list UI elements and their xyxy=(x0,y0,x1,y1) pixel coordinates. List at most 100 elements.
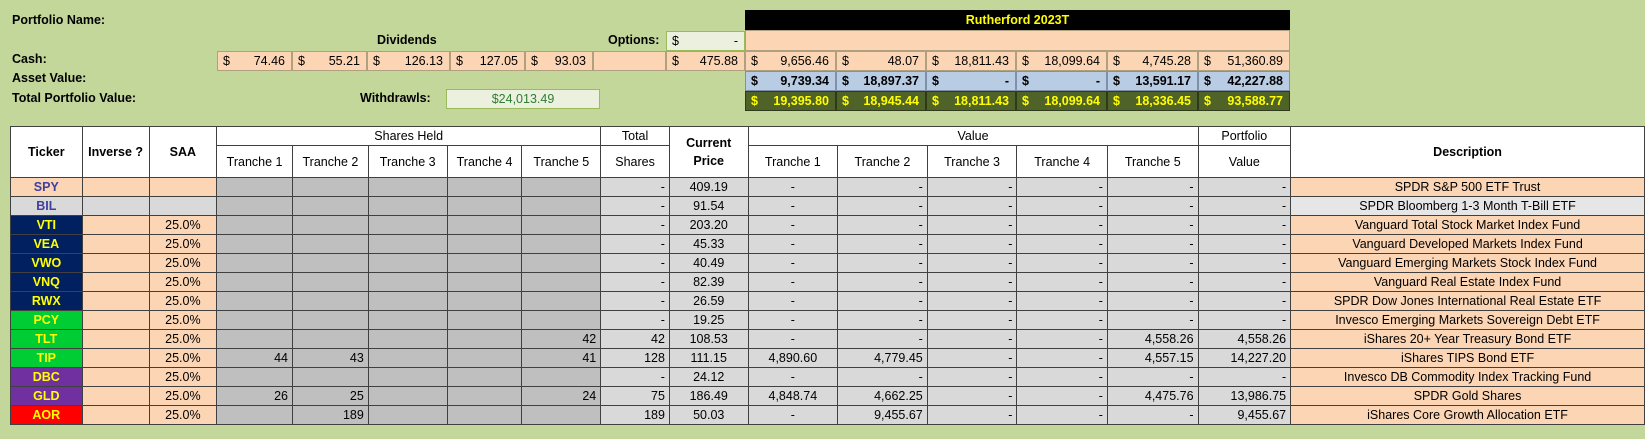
value-tranche-4[interactable]: - xyxy=(1016,348,1108,368)
shares-tranche-1[interactable] xyxy=(216,272,293,292)
value-tranche-3[interactable]: - xyxy=(926,234,1018,254)
col-value-tranche-5[interactable]: Tranche 5 xyxy=(1106,145,1199,178)
value-tranche-5[interactable]: 4,558.26 xyxy=(1106,329,1199,349)
col-description[interactable]: Description xyxy=(1290,126,1645,178)
shares-tranche-1[interactable] xyxy=(216,367,293,387)
inverse-cell[interactable] xyxy=(81,348,150,368)
ticker-cell[interactable]: SPY xyxy=(10,177,83,197)
asset-tranche-6[interactable]: $42,227.88 xyxy=(1198,71,1290,91)
value-tranche-4[interactable]: - xyxy=(1016,196,1108,216)
value-tranche-1[interactable]: - xyxy=(747,367,839,387)
saa-cell[interactable] xyxy=(148,177,218,197)
total-shares[interactable]: - xyxy=(600,234,670,254)
value-tranche-2[interactable]: - xyxy=(837,234,928,254)
shares-tranche-3[interactable] xyxy=(367,234,448,254)
saa-cell[interactable]: 25.0% xyxy=(148,329,218,349)
value-tranche-5[interactable]: - xyxy=(1106,234,1199,254)
value-tranche-2[interactable]: - xyxy=(837,253,928,273)
value-tranche-3[interactable]: - xyxy=(926,329,1018,349)
dividend-tranche-5[interactable]: $93.03 xyxy=(525,51,593,71)
shares-tranche-3[interactable] xyxy=(367,367,448,387)
total-shares[interactable]: - xyxy=(600,367,670,387)
description-cell[interactable]: Vanguard Real Estate Index Fund xyxy=(1290,272,1645,292)
current-price[interactable]: 45.33 xyxy=(668,234,749,254)
value-tranche-4[interactable]: - xyxy=(1016,177,1108,197)
inverse-cell[interactable] xyxy=(81,405,150,425)
shares-tranche-5[interactable] xyxy=(521,215,602,235)
shares-tranche-5[interactable] xyxy=(521,405,602,425)
description-cell[interactable]: Invesco DB Commodity Index Tracking Fund xyxy=(1290,367,1645,387)
total-shares[interactable]: - xyxy=(600,177,670,197)
shares-tranche-3[interactable] xyxy=(367,329,448,349)
value-tranche-3[interactable]: - xyxy=(926,177,1018,197)
ticker-cell[interactable]: VEA xyxy=(10,234,83,254)
col-saa[interactable]: SAA xyxy=(148,126,218,178)
col-value-tranche-2[interactable]: Tranche 2 xyxy=(837,145,928,178)
value-tranche-3[interactable]: - xyxy=(926,291,1018,311)
value-tranche-4[interactable]: - xyxy=(1016,367,1108,387)
shares-tranche-1[interactable] xyxy=(216,234,293,254)
shares-tranche-5[interactable] xyxy=(521,234,602,254)
value-tranche-2[interactable]: - xyxy=(837,196,928,216)
shares-tranche-5[interactable] xyxy=(521,196,602,216)
ticker-cell[interactable]: RWX xyxy=(10,291,83,311)
ticker-cell[interactable]: VTI xyxy=(10,215,83,235)
value-tranche-4[interactable]: - xyxy=(1016,253,1108,273)
dividend-tranche-4[interactable]: $127.05 xyxy=(450,51,525,71)
total-shares[interactable]: 75 xyxy=(600,386,670,406)
total-tranche-5[interactable]: $18,336.45 xyxy=(1107,91,1198,111)
asset-tranche-5[interactable]: $13,591.17 xyxy=(1107,71,1198,91)
value-tranche-5[interactable]: - xyxy=(1106,196,1199,216)
shares-tranche-5[interactable] xyxy=(521,367,602,387)
shares-tranche-4[interactable] xyxy=(446,272,523,292)
value-tranche-1[interactable]: 4,890.60 xyxy=(747,348,839,368)
col-value-tranche-4[interactable]: Tranche 4 xyxy=(1016,145,1108,178)
portfolio-value[interactable]: - xyxy=(1197,196,1292,216)
shares-tranche-2[interactable]: 189 xyxy=(292,405,369,425)
value-tranche-3[interactable]: - xyxy=(926,215,1018,235)
value-tranche-3[interactable]: - xyxy=(926,405,1018,425)
total-shares[interactable]: - xyxy=(600,196,670,216)
shares-tranche-3[interactable] xyxy=(367,196,448,216)
total-shares[interactable]: 128 xyxy=(600,348,670,368)
ticker-cell[interactable]: GLD xyxy=(10,386,83,406)
total-shares[interactable]: - xyxy=(600,272,670,292)
value-tranche-2[interactable]: 4,662.25 xyxy=(837,386,928,406)
value-tranche-3[interactable]: - xyxy=(926,367,1018,387)
shares-tranche-1[interactable] xyxy=(216,196,293,216)
total-shares[interactable]: - xyxy=(600,310,670,330)
description-cell[interactable]: iShares 20+ Year Treasury Bond ETF xyxy=(1290,329,1645,349)
current-price[interactable]: 82.39 xyxy=(668,272,749,292)
value-tranche-5[interactable]: - xyxy=(1106,405,1199,425)
shares-tranche-2[interactable] xyxy=(292,310,369,330)
saa-cell[interactable]: 25.0% xyxy=(148,386,218,406)
shares-tranche-4[interactable] xyxy=(446,215,523,235)
current-price[interactable]: 50.03 xyxy=(668,405,749,425)
value-tranche-5[interactable]: - xyxy=(1106,215,1199,235)
inverse-cell[interactable] xyxy=(81,253,150,273)
inverse-cell[interactable] xyxy=(81,272,150,292)
value-tranche-4[interactable]: - xyxy=(1016,310,1108,330)
value-tranche-4[interactable]: - xyxy=(1016,272,1108,292)
value-tranche-2[interactable]: 4,779.45 xyxy=(837,348,928,368)
value-tranche-2[interactable]: - xyxy=(837,329,928,349)
description-cell[interactable]: SPDR Dow Jones International Real Estate… xyxy=(1290,291,1645,311)
value-tranche-3[interactable]: - xyxy=(926,386,1018,406)
portfolio-value[interactable]: - xyxy=(1197,253,1292,273)
shares-tranche-5[interactable] xyxy=(521,310,602,330)
saa-cell[interactable]: 25.0% xyxy=(148,291,218,311)
shares-tranche-5[interactable]: 24 xyxy=(521,386,602,406)
saa-cell[interactable]: 25.0% xyxy=(148,272,218,292)
shares-tranche-2[interactable] xyxy=(292,215,369,235)
value-tranche-3[interactable]: - xyxy=(926,272,1018,292)
description-cell[interactable]: iShares Core Growth Allocation ETF xyxy=(1290,405,1645,425)
shares-tranche-2[interactable] xyxy=(292,329,369,349)
shares-tranche-5[interactable]: 42 xyxy=(521,329,602,349)
current-price[interactable]: 19.25 xyxy=(668,310,749,330)
shares-tranche-3[interactable] xyxy=(367,386,448,406)
portfolio-value[interactable]: - xyxy=(1197,367,1292,387)
value-tranche-1[interactable]: - xyxy=(747,253,839,273)
shares-tranche-2[interactable]: 25 xyxy=(292,386,369,406)
col-tranche-5[interactable]: Tranche 5 xyxy=(521,145,602,178)
shares-tranche-2[interactable] xyxy=(292,272,369,292)
